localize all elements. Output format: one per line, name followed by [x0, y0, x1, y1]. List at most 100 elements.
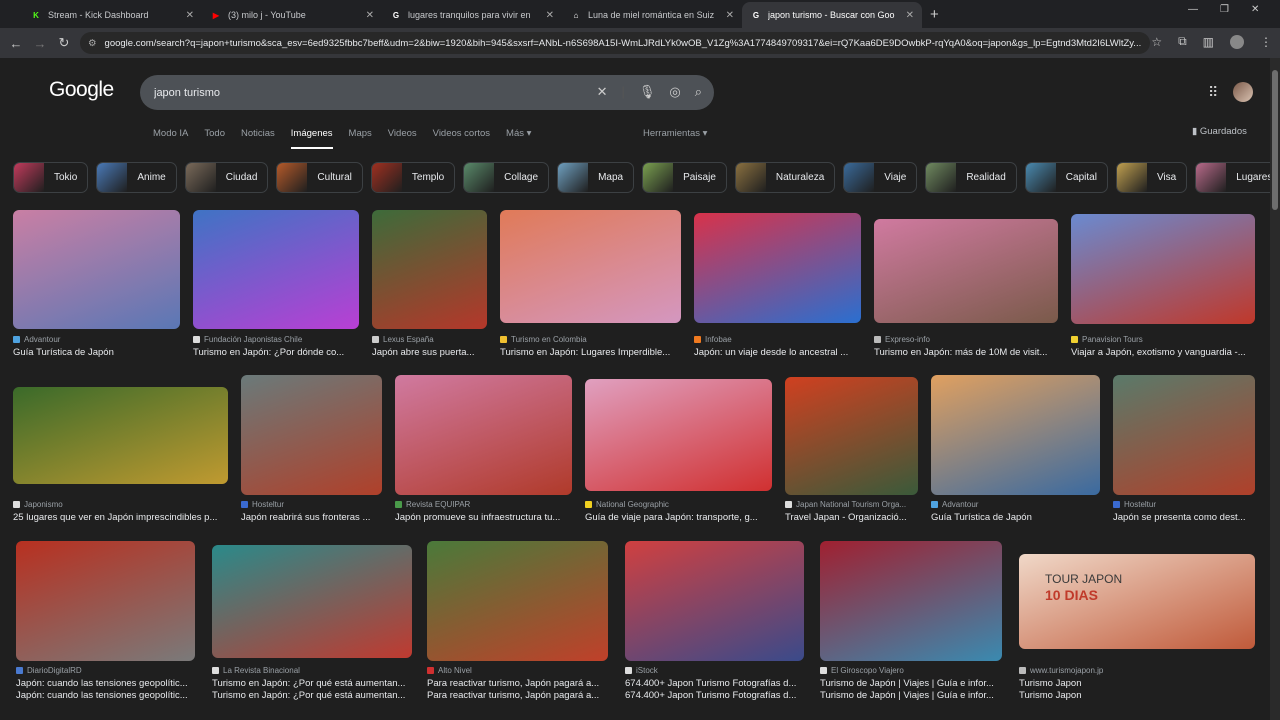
result-image[interactable] [395, 375, 572, 495]
image-result[interactable]: Panavision Tours Viajar a Japón, exotismo… [1071, 214, 1255, 358]
result-title[interactable]: Turismo de Japón | Viajes | Guía e infor… [820, 678, 1002, 689]
image-result[interactable]: Advantour Guía Turística de Japón [13, 210, 180, 358]
image-result[interactable]: La Revista Binacional Turismo en Japón: ¿… [212, 545, 412, 701]
image-result[interactable]: National Geographic Guía de viaje para Ja… [585, 379, 772, 523]
result-image[interactable] [625, 541, 804, 661]
scrollbar[interactable] [1270, 58, 1280, 720]
back-icon[interactable]: ← [4, 36, 28, 51]
result-source[interactable]: Hosteltur [1113, 500, 1255, 509]
result-source[interactable]: Lexus España [372, 335, 487, 344]
image-result[interactable]: Turismo en Colombia Turismo en Japón: Lug… [500, 210, 681, 358]
browser-tab[interactable]: K Stream - Kick Dashboard ✕ [22, 2, 202, 28]
image-result[interactable]: DiarioDigitalRD Japón: cuando las tension… [16, 541, 195, 701]
image-result[interactable]: Japan National Tourism Orga... Travel Jap… [785, 377, 918, 523]
result-title[interactable]: Japón: cuando las tensiones geopolític..… [16, 678, 195, 689]
scrollbar-thumb[interactable] [1272, 70, 1278, 210]
new-tab-icon[interactable]: + [922, 2, 947, 28]
close-window-icon[interactable]: ✕ [1251, 4, 1259, 15]
result-source[interactable]: Fundación Japonistas Chile [193, 335, 359, 344]
result-title[interactable]: Japón: un viaje desde lo ancestral ... [694, 347, 861, 358]
image-result[interactable]: El Giroscopo Viajero Turismo de Japón | V… [820, 541, 1002, 701]
result-title[interactable]: 25 lugares que ver en Japón imprescindib… [13, 512, 228, 523]
result-image[interactable] [1113, 375, 1255, 495]
result-source[interactable]: iStock [625, 666, 804, 675]
result-title[interactable]: 674.400+ Japon Turismo Fotografías d... [625, 678, 804, 689]
image-result[interactable]: Infobae Japón: un viaje desde lo ancestra… [694, 213, 861, 358]
filter-chip[interactable]: Capital [1024, 162, 1108, 193]
result-title[interactable]: Japón promueve su infraestructura tu... [395, 512, 572, 523]
search-tab[interactable]: Maps [349, 128, 372, 149]
profile-icon[interactable] [1230, 34, 1244, 49]
result-source[interactable]: Japan National Tourism Orga... [785, 500, 918, 509]
filter-chip[interactable]: Collage [463, 162, 550, 193]
browser-tab[interactable]: ⌂ Luna de miel romántica en Suiz ✕ [562, 2, 742, 28]
result-source[interactable]: Alto Nivel [427, 666, 608, 675]
result-image[interactable] [500, 210, 681, 323]
result-title[interactable]: Guía Turística de Japón [931, 512, 1100, 523]
result-title[interactable]: Turismo en Japón: más de 10M de visit... [874, 347, 1058, 358]
search-tab[interactable]: Modo IA [153, 128, 188, 149]
image-result[interactable]: Lexus España Japón abre sus puerta... [372, 210, 487, 358]
image-result[interactable]: Japonismo 25 lugares que ver en Japón imp… [13, 387, 228, 523]
result-image[interactable] [241, 375, 382, 495]
minimize-icon[interactable]: — [1188, 4, 1198, 15]
search-tab[interactable]: Todo [204, 128, 225, 149]
filter-chip[interactable]: Cultural [276, 162, 363, 193]
reload-icon[interactable]: ↻ [52, 35, 76, 51]
result-image[interactable] [820, 541, 1002, 661]
result-title[interactable]: Travel Japan - Organizació... [785, 512, 918, 523]
result-image[interactable] [1071, 214, 1255, 324]
restore-icon[interactable]: ❐ [1220, 4, 1229, 15]
image-result[interactable]: Advantour Guía Turística de Japón [931, 375, 1100, 523]
site-info-icon[interactable]: ⚙ [88, 38, 97, 49]
result-image[interactable] [427, 541, 608, 661]
image-result[interactable]: Alto Nivel Para reactivar turismo, Japón … [427, 541, 608, 701]
close-tab-icon[interactable]: ✕ [366, 10, 374, 21]
close-tab-icon[interactable]: ✕ [546, 10, 554, 21]
result-image[interactable] [13, 210, 180, 329]
result-source[interactable]: Hosteltur [241, 500, 382, 509]
result-image[interactable] [585, 379, 772, 491]
tools-button[interactable]: Herramientas ▾ [643, 128, 707, 139]
image-result[interactable]: Expreso-info Turismo en Japón: más de 10M… [874, 219, 1058, 358]
result-title[interactable]: Japón abre sus puerta... [372, 347, 487, 358]
result-image[interactable] [931, 375, 1100, 495]
result-image[interactable] [694, 213, 861, 323]
result-image[interactable] [785, 377, 918, 495]
result-title[interactable]: Turismo en Japón: ¿Por dónde co... [193, 347, 359, 358]
lens-icon[interactable]: ◎ [669, 84, 680, 100]
result-title[interactable]: Japón se presenta como dest... [1113, 512, 1255, 523]
close-tab-icon[interactable]: ✕ [906, 10, 914, 21]
result-image[interactable] [874, 219, 1058, 323]
result-source[interactable]: La Revista Binacional [212, 666, 412, 675]
sidepanel-icon[interactable]: ▥ [1203, 35, 1214, 49]
browser-tab[interactable]: Glugares tranquilos para vivir en ✕ [382, 2, 562, 28]
result-title[interactable]: Guía de viaje para Japón: transporte, g.… [585, 512, 772, 523]
browser-tab[interactable]: ▶ (3) milo j - YouTube ✕ [202, 2, 382, 28]
result-source[interactable]: El Giroscopo Viajero [820, 666, 1002, 675]
search-tab[interactable]: Videos [388, 128, 417, 149]
result-title[interactable]: Turismo Japon [1019, 678, 1255, 689]
result-source[interactable]: National Geographic [585, 500, 772, 509]
filter-chip[interactable]: Templo [370, 162, 456, 193]
google-logo[interactable]: Google [49, 78, 114, 102]
result-source[interactable]: www.turismojapon.jp [1019, 666, 1255, 675]
filter-chip[interactable]: Visa [1115, 162, 1188, 193]
filter-chip[interactable]: Anime [96, 162, 177, 193]
result-source[interactable]: Japonismo [13, 500, 228, 509]
forward-icon[interactable]: → [28, 36, 52, 51]
result-source[interactable]: DiarioDigitalRD [16, 666, 195, 675]
result-source[interactable]: Turismo en Colombia [500, 335, 681, 344]
image-result[interactable]: TOUR JAPON 10 DIAS www.turismojapon.jp Turi… [1019, 554, 1255, 701]
result-source[interactable]: Infobae [694, 335, 861, 344]
result-source[interactable]: Revista EQUIPAR [395, 500, 572, 509]
image-result[interactable]: Hosteltur Japón reabrirá sus fronteras ..… [241, 375, 382, 523]
image-result[interactable]: Fundación Japonistas Chile Turismo en Jap… [193, 210, 359, 358]
filter-chip[interactable]: Viaje [843, 162, 918, 193]
search-tab[interactable]: Más ▾ [506, 128, 531, 149]
result-title[interactable]: Turismo en Japón: Lugares Imperdible... [500, 347, 681, 358]
result-image[interactable] [212, 545, 412, 658]
search-tab[interactable]: Videos cortos [433, 128, 490, 149]
clear-icon[interactable]: ✕ [597, 84, 608, 100]
result-source[interactable]: Panavision Tours [1071, 335, 1255, 344]
